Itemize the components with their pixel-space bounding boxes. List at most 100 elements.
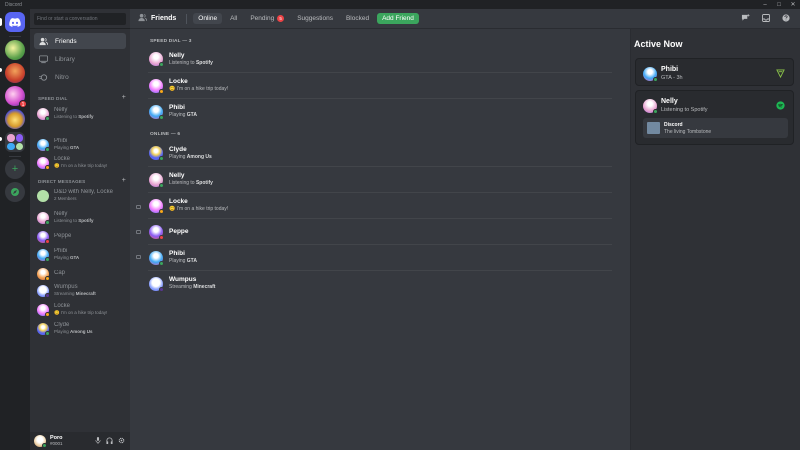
nav-nitro-label: Nitro	[55, 73, 69, 81]
dm-item-clyde[interactable]: Clyde Playing Among Us	[34, 320, 126, 337]
dm-item-locke[interactable]: Locke 😊 I'm on a hike trip today!	[34, 301, 126, 318]
friend-row[interactable]: Clyde Playing Among Us	[148, 140, 612, 166]
active-now-card[interactable]: Nelly Listening to Spotify Discord The l…	[635, 90, 794, 145]
dm-name: Peppe	[54, 233, 72, 239]
tab-online[interactable]: Online	[193, 13, 223, 24]
server-icon-4[interactable]	[5, 109, 25, 129]
friend-row[interactable]: Wumpus Streaming Minecraft	[148, 270, 612, 296]
friend-custom-status: 😊 I'm on a hike trip today!	[169, 206, 229, 212]
avatar	[149, 198, 164, 214]
status-idle-icon	[159, 88, 164, 94]
activity-name: Spotify	[78, 114, 94, 119]
friend-row[interactable]: Locke 😊 I'm on a hike trip today!	[148, 72, 612, 98]
tab-blocked[interactable]: Blocked	[341, 13, 374, 24]
dm-item-cap[interactable]: Cap	[34, 265, 126, 282]
avatar	[37, 156, 50, 170]
help-icon[interactable]	[782, 14, 790, 24]
nav-friends[interactable]: Friends	[34, 33, 126, 49]
headphones-icon[interactable]	[106, 437, 113, 446]
add-server-button[interactable]: +	[5, 159, 25, 179]
speed-dial-item-locke[interactable]: Locke 😊 I'm on a hike trip today!	[34, 154, 126, 171]
maximize-button[interactable]: □	[772, 2, 786, 8]
status-streaming-icon	[159, 286, 164, 292]
server-icon-3[interactable]: 1	[5, 86, 27, 108]
friend-row[interactable]: Peppe	[148, 218, 612, 244]
add-speed-dial-button[interactable]: +	[122, 94, 126, 101]
friend-name: Locke	[169, 198, 188, 205]
status-online-icon	[159, 260, 164, 266]
dm-custom-status: 😊 I'm on a hike trip today!	[54, 310, 108, 315]
active-user-activity: Listening to Spotify	[661, 107, 708, 113]
dm-item-nelly[interactable]: Nelly Listening to Spotify	[34, 209, 126, 226]
friend-activity: Playing Among Us	[169, 154, 212, 161]
tab-pending[interactable]: Pending 5	[245, 13, 289, 24]
status-online-icon	[159, 182, 164, 188]
activity-name: Spotify	[195, 180, 213, 186]
settings-gear-icon[interactable]	[118, 437, 125, 446]
avatar	[149, 224, 164, 240]
online-list-header: ONLINE — 6	[150, 132, 181, 137]
friend-row[interactable]: Nelly Listening to Spotify	[148, 166, 612, 192]
friend-activity: Streaming Minecraft	[169, 284, 215, 291]
tab-all[interactable]: All	[225, 13, 242, 24]
status-online-icon	[45, 219, 50, 225]
album-art	[647, 122, 660, 134]
activity-prefix: Playing	[169, 258, 187, 264]
search-input[interactable]: Find or start a conversation	[34, 13, 126, 25]
dm-item-group[interactable]: D&D with Nelly, Locke 2 Members	[34, 187, 126, 204]
activity-prefix: Playing	[54, 329, 71, 334]
speed-dial-item-phibi[interactable]: Phibi Playing GTA	[34, 136, 126, 153]
friend-row[interactable]: Phibi Playing GTA	[148, 98, 612, 124]
microphone-icon[interactable]	[95, 436, 101, 446]
status-idle-icon	[45, 164, 50, 170]
friend-row[interactable]: Nelly Listening to Spotify	[148, 46, 612, 72]
unread-indicator	[0, 68, 2, 72]
message-icon[interactable]	[136, 230, 141, 234]
status-dnd-icon	[159, 234, 164, 240]
dm-name: Cap	[54, 270, 66, 276]
create-dm-button[interactable]: +	[122, 177, 126, 184]
active-now-title: Active Now	[634, 39, 683, 49]
server-icon-1[interactable]	[5, 40, 25, 60]
avatar	[149, 172, 164, 188]
avatar	[37, 211, 50, 225]
friend-name: Phibi	[169, 250, 185, 257]
server-icon-2[interactable]	[5, 63, 25, 83]
speed-dial-item-nelly[interactable]: Nelly Listening to Spotify	[34, 105, 126, 122]
message-icon[interactable]	[136, 255, 141, 259]
avatar	[643, 99, 658, 114]
mention-badge: 1	[19, 100, 27, 108]
nav-library[interactable]: Library	[34, 51, 126, 67]
now-playing-card[interactable]: Discord The living Tombstone	[643, 118, 788, 138]
user-avatar[interactable]	[34, 435, 47, 448]
avatar	[149, 146, 164, 161]
server-folder[interactable]	[5, 132, 25, 152]
friend-row[interactable]: Phibi Playing GTA	[148, 244, 612, 270]
close-button[interactable]: ✕	[786, 1, 800, 8]
explore-servers-button[interactable]	[5, 182, 25, 202]
nav-nitro[interactable]: Nitro	[34, 69, 126, 85]
dm-name: D&D with Nelly, Locke	[54, 189, 113, 195]
active-indicator	[0, 18, 2, 26]
inbox-icon[interactable]	[762, 14, 770, 24]
tab-suggestions[interactable]: Suggestions	[292, 13, 338, 24]
dm-activity: Playing GTA	[54, 145, 79, 151]
active-now-card[interactable]: Phibi GTA - 3h	[635, 58, 794, 86]
message-icon[interactable]	[136, 205, 141, 209]
avatar	[149, 104, 164, 120]
friend-activity: Playing GTA	[169, 258, 197, 265]
rail-separator-2	[9, 156, 21, 157]
friend-row[interactable]: Locke 😊 I'm on a hike trip today!	[148, 192, 612, 218]
add-friend-button[interactable]: Add Friend	[377, 13, 419, 24]
home-button[interactable]	[5, 12, 25, 32]
avatar	[149, 276, 164, 292]
new-group-dm-icon[interactable]	[741, 14, 750, 24]
compass-icon	[11, 188, 19, 196]
minimize-button[interactable]: –	[758, 2, 772, 8]
avatar	[37, 230, 50, 244]
dm-item-peppe[interactable]: Peppe	[34, 228, 126, 245]
avatar	[37, 303, 50, 317]
dm-item-phibi[interactable]: Phibi Playing GTA	[34, 246, 126, 263]
friends-icon	[39, 37, 48, 46]
dm-item-wumpus[interactable]: Wumpus Streaming Minecraft	[34, 282, 126, 299]
